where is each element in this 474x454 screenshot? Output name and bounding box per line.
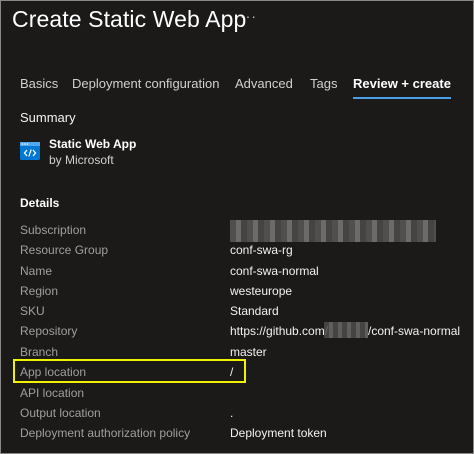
- tab-deployment-configuration[interactable]: Deployment configuration: [72, 76, 219, 91]
- deployment-authorization-policy-label: Deployment authorization policy: [20, 426, 191, 440]
- app-location-highlight: [13, 359, 246, 383]
- detail-row-name: Name conf-swa-normal: [0, 264, 474, 284]
- branch-value: master: [230, 345, 267, 359]
- detail-row-output-location: Output location .: [0, 406, 474, 426]
- region-value: westeurope: [230, 284, 293, 298]
- static-web-app-icon: [20, 142, 40, 160]
- redacted-subscription: [230, 220, 436, 242]
- app-publisher: by Microsoft: [49, 153, 114, 167]
- name-label: Name: [20, 264, 53, 278]
- output-location-label: Output location: [20, 406, 101, 420]
- summary-heading: Summary: [20, 110, 76, 125]
- repository-value: https://github.com/: [230, 324, 329, 338]
- output-location-value: .: [230, 406, 234, 420]
- app-name: Static Web App: [49, 137, 137, 151]
- tab-review-create[interactable]: Review + create: [353, 76, 451, 99]
- page-header: Create Static Web App: [12, 4, 246, 34]
- region-label: Region: [20, 284, 59, 298]
- deployment-authorization-policy-value: Deployment token: [230, 426, 327, 440]
- tab-advanced[interactable]: Advanced: [235, 76, 293, 91]
- page-title: Create Static Web App: [12, 5, 247, 32]
- tab-bar: Basics Deployment configuration Advanced…: [0, 76, 474, 99]
- redacted-repository-owner: [324, 322, 368, 338]
- detail-row-region: Region westeurope: [0, 284, 474, 304]
- subscription-label: Subscription: [20, 223, 87, 237]
- branch-label: Branch: [20, 345, 59, 359]
- detail-row-deployment-authorization-policy: Deployment authorization policy Deployme…: [0, 426, 474, 446]
- detail-row-sku: SKU Standard: [0, 304, 474, 324]
- details-heading: Details: [20, 196, 60, 210]
- repository-label: Repository: [20, 324, 78, 338]
- resource-group-value: conf-swa-rg: [230, 243, 293, 257]
- tab-tags[interactable]: Tags: [310, 76, 337, 91]
- detail-row-resource-group: Resource Group conf-swa-rg: [0, 243, 474, 263]
- name-value: conf-swa-normal: [230, 264, 319, 278]
- detail-row-repository: Repository https://github.com/ /conf-swa…: [0, 324, 474, 344]
- tab-basics[interactable]: Basics: [20, 76, 58, 91]
- sku-value: Standard: [230, 304, 279, 318]
- resource-group-label: Resource Group: [20, 243, 109, 257]
- sku-label: SKU: [20, 304, 45, 318]
- repository-value-suffix: /conf-swa-normal: [368, 324, 461, 338]
- detail-row-api-location: API location: [0, 386, 474, 406]
- api-location-label: API location: [20, 386, 85, 400]
- more-options-icon[interactable]: ···: [240, 8, 257, 24]
